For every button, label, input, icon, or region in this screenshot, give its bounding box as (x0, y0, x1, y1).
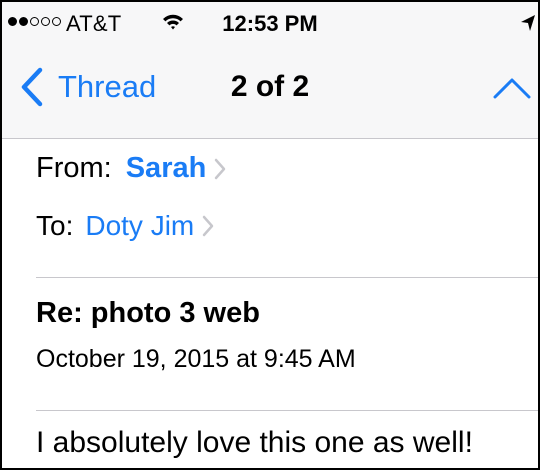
chevron-right-icon (215, 158, 226, 179)
status-time: 12:53 PM (222, 11, 318, 36)
sender-name[interactable]: Sarah (126, 152, 207, 185)
message-subject: Re: photo 3 web (36, 297, 260, 329)
header-divider (36, 277, 538, 278)
recipient-name[interactable]: Doty Jim (85, 210, 194, 242)
message-date: October 19, 2015 at 9:45 AM (36, 345, 356, 373)
to-row: To: Doty Jim (36, 210, 214, 242)
navigation-bar: Thread 2 of 2 (2, 46, 538, 139)
to-label: To: (36, 210, 74, 241)
thread-position-title: 2 of 2 (230, 70, 310, 103)
chevron-right-icon (203, 215, 214, 237)
body-divider (36, 410, 538, 411)
mail-screen: AT&T 12:53 PM Thread 2 of 2 From: Sarah (0, 0, 540, 470)
location-arrow-icon (521, 15, 535, 31)
from-row: From: Sarah (36, 152, 226, 185)
from-label: From: (36, 152, 112, 184)
message-body: I absolutely love this one as well! (36, 426, 473, 459)
chevron-up-icon[interactable] (492, 76, 532, 100)
status-bar: AT&T 12:53 PM (2, 2, 538, 46)
